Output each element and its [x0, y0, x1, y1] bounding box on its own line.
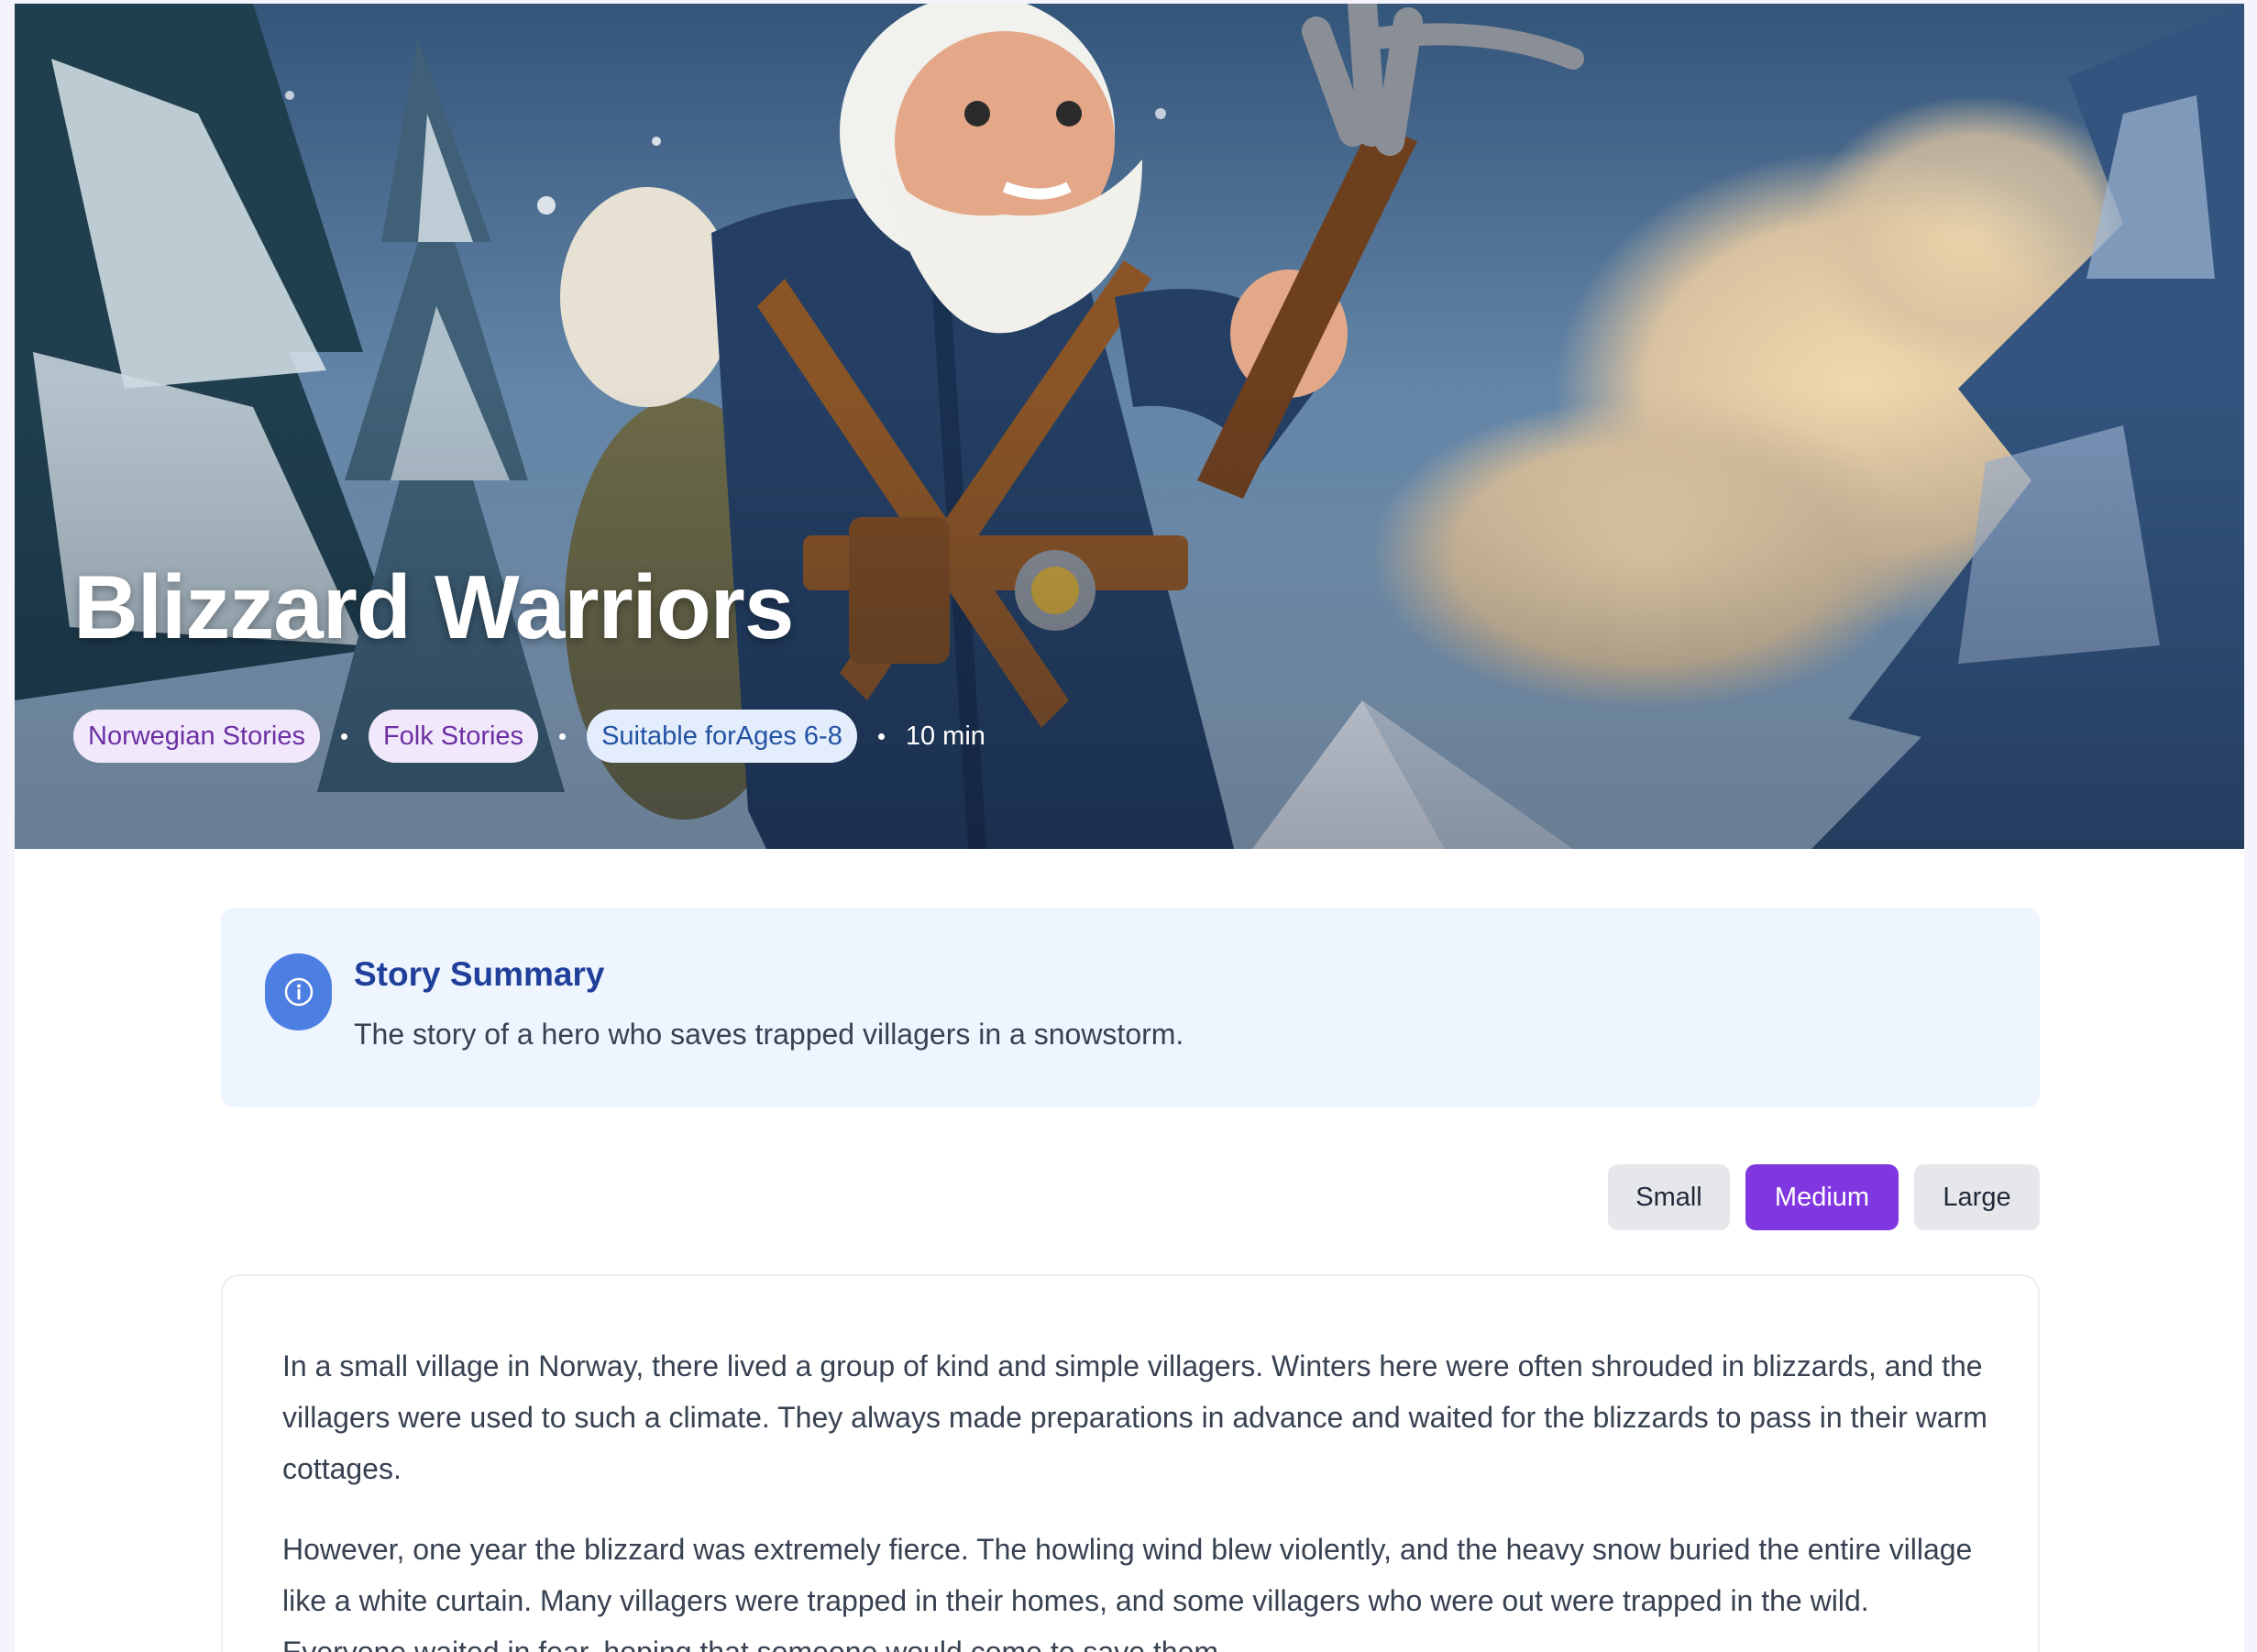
story-paragraph: In a small village in Norway, there live…	[282, 1349, 1987, 1485]
reading-time: 10 min	[905, 721, 985, 751]
summary-text: The story of a hero who saves trapped vi…	[354, 1018, 1184, 1051]
meta-separator	[340, 732, 347, 740]
story-content-card: In a small village in Norway, there live…	[221, 1274, 2040, 1652]
story-body: In a small village in Norway, there live…	[282, 1340, 1987, 1652]
story-title: Blizzard Warriors	[73, 556, 794, 657]
info-icon	[265, 953, 332, 1030]
story-paragraph: However, one year the blizzard was extre…	[282, 1533, 1973, 1652]
tag-age-range[interactable]: Suitable forAges 6-8	[587, 710, 857, 763]
tag-norwegian-stories[interactable]: Norwegian Stories	[73, 710, 320, 763]
font-size-large-button[interactable]: Large	[1914, 1164, 2040, 1230]
font-size-medium-button[interactable]: Medium	[1745, 1164, 1899, 1230]
summary-heading: Story Summary	[354, 955, 605, 993]
font-size-switcher: Small Medium Large	[1608, 1164, 2040, 1230]
story-hero: Blizzard Warriors Norwegian Stories Folk…	[15, 4, 2244, 849]
story-summary-card: Story Summary The story of a hero who sa…	[221, 908, 2040, 1107]
story-meta: Norwegian Stories Folk Stories Suitable …	[73, 710, 985, 763]
font-size-small-button[interactable]: Small	[1608, 1164, 1730, 1230]
story-page: Blizzard Warriors Norwegian Stories Folk…	[15, 4, 2244, 1652]
tag-folk-stories[interactable]: Folk Stories	[368, 710, 539, 763]
meta-separator	[559, 732, 567, 740]
meta-separator	[877, 732, 885, 740]
